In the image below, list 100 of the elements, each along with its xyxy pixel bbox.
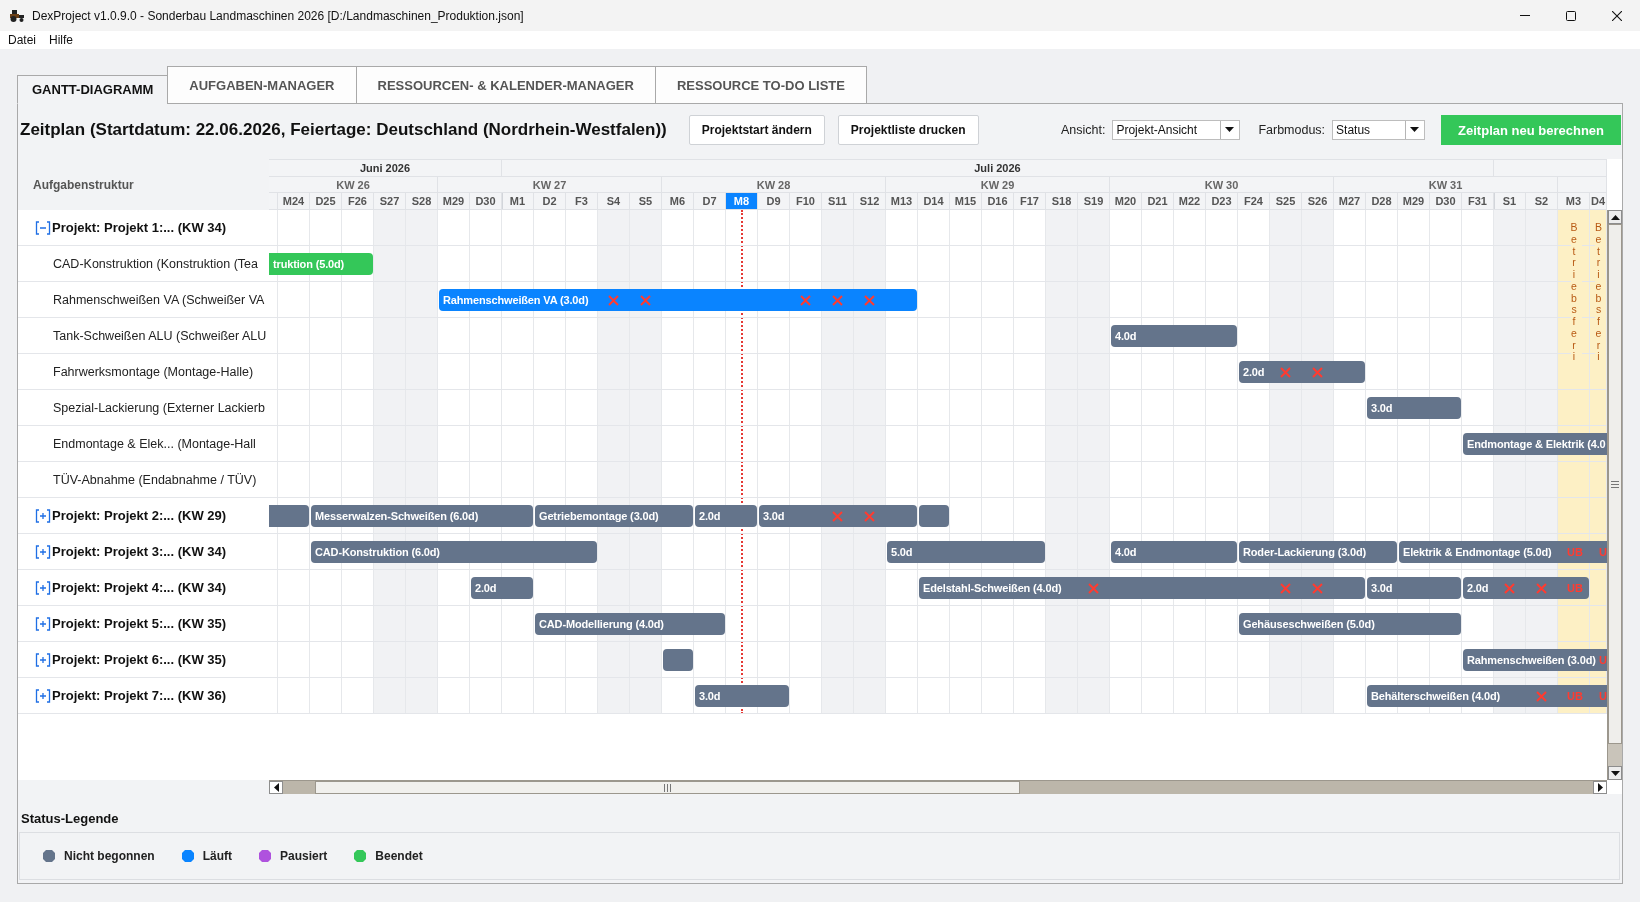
project-name[interactable]: Projekt: Projekt 7:... (KW 36) bbox=[52, 688, 227, 703]
tab[interactable]: GANTT-DIAGRAMM bbox=[17, 75, 169, 104]
field-label: Ansicht: bbox=[1060, 123, 1106, 137]
month-header: Juni 2026 bbox=[269, 160, 502, 177]
cross-icon bbox=[864, 294, 875, 306]
scroll-left-button[interactable] bbox=[269, 781, 283, 794]
task-name[interactable]: Endmontage & Elek... (Montage-Hall bbox=[53, 436, 256, 451]
legend-label: Läuft bbox=[202, 849, 232, 863]
maximize-icon bbox=[1566, 10, 1576, 21]
cross-icon bbox=[1088, 582, 1099, 594]
task-bar[interactable]: 2.0d UB bbox=[1463, 577, 1589, 599]
task-name[interactable]: Fahrwerksmontage (Montage-Halle) bbox=[53, 364, 254, 379]
holiday-note: Betriebsferi bbox=[1595, 222, 1606, 363]
task-bar[interactable]: 3.0d bbox=[1367, 577, 1461, 599]
absence-marker: UB bbox=[1567, 545, 1583, 559]
task-bar[interactable]: 3.0d bbox=[1367, 397, 1461, 419]
cross-icon bbox=[1280, 366, 1291, 378]
scroll-down-button[interactable] bbox=[1608, 766, 1622, 780]
toolbar-button[interactable]: Projektstart ändern bbox=[688, 115, 825, 145]
task-bar[interactable]: Behälterschweißen (4.0d) UB U bbox=[1367, 685, 1607, 707]
cross-icon bbox=[1312, 582, 1323, 594]
day-header: M8 bbox=[726, 193, 758, 210]
plus-icon[interactable] bbox=[35, 544, 51, 559]
scroll-right-button[interactable] bbox=[1593, 781, 1607, 794]
arrow-right-icon bbox=[1597, 783, 1603, 792]
task-bar[interactable]: 4.0d bbox=[1111, 541, 1237, 563]
absence-marker: U bbox=[1599, 689, 1607, 703]
arrow-left-icon bbox=[273, 783, 279, 792]
tab[interactable]: RESSOURCE TO-DO LISTE bbox=[654, 66, 867, 104]
task-bar[interactable]: 4.0d bbox=[1111, 325, 1237, 347]
month-header: Juli 2026 bbox=[502, 160, 1494, 177]
project-name[interactable]: Projekt: Projekt 1:... (KW 34) bbox=[52, 220, 227, 235]
scrollbar-corner bbox=[1607, 780, 1622, 794]
plus-icon[interactable] bbox=[35, 616, 51, 631]
task-bar[interactable]: Gehäuseschweißen (5.0d) bbox=[1239, 613, 1461, 635]
project-name[interactable]: Projekt: Projekt 5:... (KW 35) bbox=[52, 616, 227, 631]
absence-marker: UB bbox=[1567, 581, 1583, 595]
project-name[interactable]: Projekt: Projekt 4:... (KW 34) bbox=[52, 580, 227, 595]
task-bar[interactable]: Rahmenschweißen (3.0d) U bbox=[1463, 649, 1607, 671]
tractor-icon bbox=[10, 9, 24, 22]
window-title: DexProject v1.0.9.0 - Sonderbau Landmaschinen 2026 [D:/Landmaschinen_Produktion.json] bbox=[32, 8, 524, 23]
close-icon bbox=[1612, 10, 1622, 21]
week-header: KW 26 bbox=[269, 177, 438, 193]
task-bar[interactable]: Getriebemontage (3.0d) bbox=[535, 505, 693, 527]
grip-icon bbox=[664, 783, 671, 792]
task-bar[interactable]: Messerwalzen-Schweißen (6.0d) bbox=[311, 505, 533, 527]
task-name[interactable]: TÜV-Abnahme (Endabnahme / TÜV) bbox=[53, 472, 257, 487]
task-bar[interactable]: CAD-Modellierung (4.0d) bbox=[535, 613, 725, 635]
absence-marker: U bbox=[1599, 545, 1607, 559]
task-bar[interactable]: Roder-Lackierung (3.0d) bbox=[1239, 541, 1397, 563]
cross-icon bbox=[1504, 582, 1515, 594]
cross-icon bbox=[832, 510, 843, 522]
task-name[interactable]: Spezial-Lackierung (Externer Lackierb bbox=[53, 400, 265, 415]
task-bar[interactable]: Rahmenschweißen VA (3.0d) bbox=[439, 289, 917, 311]
cross-icon bbox=[608, 294, 619, 306]
task-name[interactable]: Tank-Schweißen ALU (Schweißer ALU bbox=[53, 328, 267, 343]
plus-icon[interactable] bbox=[35, 652, 51, 667]
legend-label: Pausiert bbox=[280, 849, 328, 863]
menu-item[interactable]: Hilfe bbox=[49, 33, 74, 47]
tab[interactable]: RESSOURCEN- & KALENDER-MANAGER bbox=[355, 66, 656, 104]
task-bar[interactable]: Elektrik & Endmontage (5.0d) UB U bbox=[1399, 541, 1607, 563]
plus-icon[interactable] bbox=[35, 580, 51, 595]
minus-icon[interactable] bbox=[35, 220, 51, 235]
color-mode-select[interactable]: Status bbox=[1332, 120, 1426, 140]
project-name[interactable]: Projekt: Projekt 6:... (KW 35) bbox=[52, 652, 227, 667]
project-name[interactable]: Projekt: Projekt 2:... (KW 29) bbox=[52, 508, 227, 523]
task-bar[interactable]: 2.0d bbox=[1239, 361, 1365, 383]
arrow-up-icon bbox=[1610, 214, 1620, 220]
cross-icon bbox=[864, 510, 875, 522]
plus-icon[interactable] bbox=[35, 688, 51, 703]
task-name[interactable]: CAD-Konstruktion (Konstruktion (Tea bbox=[53, 256, 258, 271]
legend-label: Beendet bbox=[375, 849, 423, 863]
horizontal-scrollbar[interactable] bbox=[269, 780, 1607, 794]
scroll-up-button[interactable] bbox=[1608, 210, 1622, 224]
task-bar[interactable]: Edelstahl-Schweißen (4.0d) bbox=[919, 577, 1365, 599]
absence-marker: U bbox=[1599, 653, 1607, 667]
absence-marker: UB bbox=[1567, 689, 1583, 703]
plus-icon[interactable] bbox=[35, 508, 51, 523]
week-header: KW 30 bbox=[1110, 177, 1334, 193]
toolbar-button[interactable]: Projektliste drucken bbox=[837, 115, 979, 145]
task-bar[interactable]: Endmontage & Elektrik (4.0 bbox=[1463, 433, 1607, 455]
menu-item[interactable]: Datei bbox=[8, 33, 36, 47]
task-bar[interactable]: 2.0d bbox=[695, 505, 757, 527]
week-header: KW 31 bbox=[1334, 177, 1558, 193]
task-bar[interactable]: CAD-Konstruktion (6.0d) bbox=[311, 541, 597, 563]
cross-icon bbox=[832, 294, 843, 306]
task-bar[interactable]: 2.0d bbox=[471, 577, 533, 599]
week-header: KW 29 bbox=[886, 177, 1110, 193]
task-bar[interactable]: 3.0d bbox=[759, 505, 917, 527]
view-select[interactable]: Projekt-Ansicht bbox=[1112, 120, 1241, 140]
minimize-icon bbox=[1520, 15, 1530, 16]
task-bar[interactable]: 5.0d bbox=[887, 541, 1045, 563]
week-header: KW 27 bbox=[438, 177, 662, 193]
task-name[interactable]: Rahmenschweißen VA (Schweißer VA bbox=[53, 292, 265, 307]
tab[interactable]: AUFGABEN-MANAGER bbox=[167, 66, 357, 104]
project-name[interactable]: Projekt: Projekt 3:... (KW 34) bbox=[52, 544, 227, 559]
cross-icon bbox=[1280, 582, 1291, 594]
schedule-heading: Zeitplan (Startdatum: 22.06.2026, Feiertage: Deutschland (Nordrhein-Westfalen)) bbox=[20, 120, 667, 140]
task-bar[interactable]: 3.0d bbox=[695, 685, 789, 707]
scrollbar-thumb[interactable] bbox=[315, 781, 1020, 794]
